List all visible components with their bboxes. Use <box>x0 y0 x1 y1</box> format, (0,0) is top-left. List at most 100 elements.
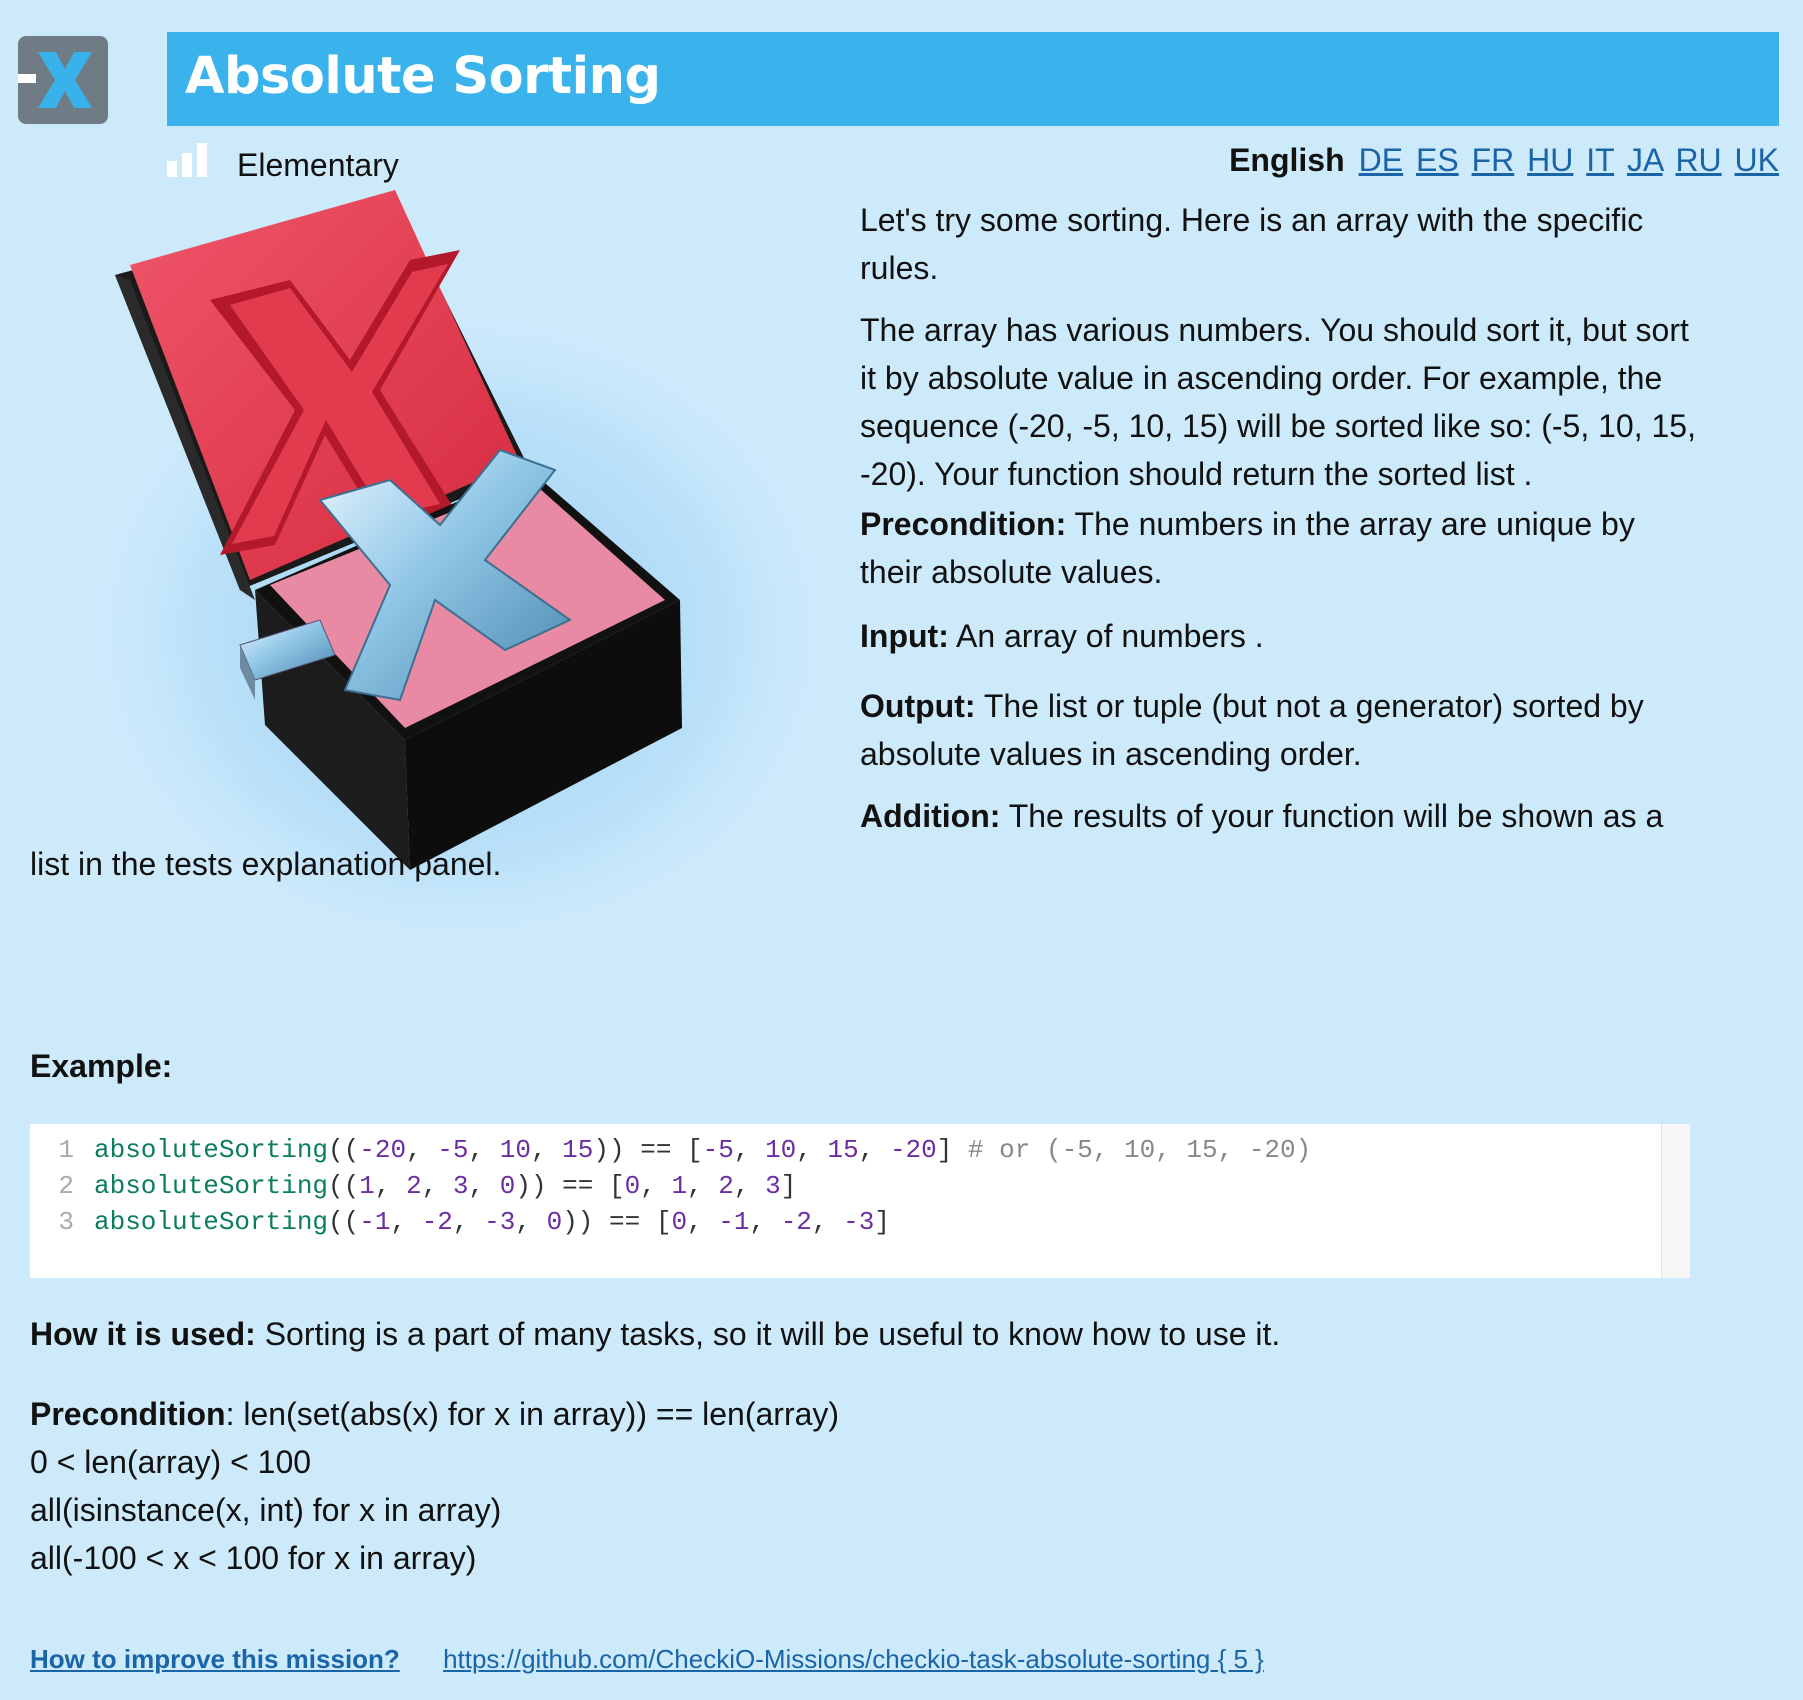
language-link-ru[interactable]: RU <box>1675 142 1721 178</box>
code-punctuation: , <box>406 1135 438 1165</box>
code-number: 10 <box>765 1135 797 1165</box>
code-function-name: absoluteSorting <box>94 1135 329 1165</box>
code-punctuation: , <box>452 1207 485 1237</box>
input-paragraph: Input: An array of numbers . <box>860 612 1700 660</box>
code-punctuation: , <box>733 1135 766 1165</box>
language-link-hu[interactable]: HU <box>1527 142 1573 178</box>
input-text: An array of numbers . <box>955 618 1264 654</box>
difficulty-bars-icon <box>167 143 207 177</box>
code-number: 1 <box>671 1171 688 1201</box>
code-bracket: (( <box>328 1135 360 1165</box>
code-comment: # or (-5, 10, 15, -20) <box>952 1135 1312 1165</box>
precondition-line: 0 < len(array) < 100 <box>30 1444 312 1480</box>
code-number: -3 <box>484 1207 516 1237</box>
language-link-de[interactable]: DE <box>1359 142 1403 178</box>
code-operator: == <box>593 1207 656 1237</box>
precondition-line: all(isinstance(x, int) for x in array) <box>30 1492 502 1528</box>
improve-mission-link[interactable]: How to improve this mission? <box>30 1644 400 1674</box>
code-scrollbar[interactable] <box>1661 1124 1690 1278</box>
checkio-logo-icon[interactable] <box>18 36 108 124</box>
language-link-ja[interactable]: JA <box>1627 142 1663 178</box>
addition-label: Addition: <box>860 798 1001 834</box>
code-punctuation: , <box>390 1207 422 1237</box>
code-number: 3 <box>765 1171 781 1201</box>
intro-paragraph: Let's try some sorting. Here is an array… <box>860 202 1644 286</box>
code-number: -5 <box>437 1135 469 1165</box>
usage-text: Sorting is a part of many tasks, so it w… <box>264 1316 1281 1352</box>
code-number: 0 <box>546 1207 563 1237</box>
precondition-label: Precondition: <box>860 506 1067 542</box>
code-bracket: )) <box>562 1207 594 1237</box>
precondition-paragraph: Precondition: The numbers in the array a… <box>860 500 1700 596</box>
code-bracket: ] <box>780 1171 797 1201</box>
code-bracket: [ <box>609 1171 625 1201</box>
title-bar: Absolute Sorting <box>167 32 1779 126</box>
precondition-line: Precondition: len(set(abs(x) for x in ar… <box>30 1390 1750 1438</box>
language-link-it[interactable]: IT <box>1586 142 1614 178</box>
language-selector: English DE ES FR HU IT JA RU UK <box>1229 142 1779 179</box>
description-line: it by absolute value in ascending order.… <box>860 360 1663 396</box>
code-punctuation: , <box>515 1207 547 1237</box>
code-punctuation: , <box>640 1171 672 1201</box>
code-number: 2 <box>406 1171 422 1201</box>
difficulty-label: Elementary <box>237 147 399 183</box>
code-example-block[interactable]: 1 absoluteSorting((-20, -5, 10, 15)) == [… <box>30 1124 1690 1278</box>
description-line: sequence (-20, -5, 10, 15) will be sorte… <box>860 408 1696 444</box>
precondition-details: Precondition: len(set(abs(x) for x in ar… <box>30 1390 1750 1582</box>
page-title: Absolute Sorting <box>185 47 661 106</box>
precondition-line: all(-100 < x < 100 for x in array) <box>30 1540 477 1576</box>
example-heading: Example: <box>30 1042 1750 1090</box>
code-punctuation: , <box>421 1171 453 1201</box>
code-punctuation: , <box>468 1135 500 1165</box>
code-number: -2 <box>780 1207 812 1237</box>
repository-link[interactable]: https://github.com/CheckiO-Missions/chec… <box>443 1644 1264 1674</box>
description-line: -20). Your function should return the so… <box>860 456 1533 492</box>
usage-label: How it is used: <box>30 1316 256 1352</box>
output-text: The list or tuple (but not a generator) … <box>860 688 1644 772</box>
code-number: -1 <box>718 1207 750 1237</box>
code-punctuation: , <box>468 1171 500 1201</box>
code-punctuation: , <box>749 1207 781 1237</box>
code-number: 1 <box>359 1171 375 1201</box>
code-bracket: (( <box>328 1171 360 1201</box>
description-paragraph: The array has various numbers. You shoul… <box>860 306 1700 498</box>
code-punctuation: , <box>858 1135 890 1165</box>
code-punctuation: , <box>687 1171 719 1201</box>
language-link-es[interactable]: ES <box>1416 142 1459 178</box>
code-number: -20 <box>359 1135 407 1165</box>
code-operator: == <box>624 1135 688 1165</box>
addition-paragraph: Addition: The results of your function w… <box>860 792 1700 840</box>
language-link-fr[interactable]: FR <box>1472 142 1515 178</box>
footer: How to improve this mission? https://git… <box>30 1644 1264 1675</box>
code-bracket: [ <box>655 1207 672 1237</box>
code-bracket: ] <box>936 1135 953 1165</box>
code-number: -1 <box>359 1207 391 1237</box>
checkio-x-boxes-illustration <box>80 190 840 930</box>
code-line-number: 1 <box>58 1135 74 1165</box>
example-label: Example: <box>30 1048 173 1084</box>
description-line: The array has various numbers. You shoul… <box>860 312 1689 348</box>
language-link-uk[interactable]: UK <box>1735 142 1779 178</box>
code-operator: == <box>546 1171 609 1201</box>
code-number: 15 <box>827 1135 859 1165</box>
code-number: -5 <box>702 1135 734 1165</box>
code-bracket: (( <box>328 1207 360 1237</box>
code-number: 15 <box>562 1135 594 1165</box>
code-punctuation: , <box>374 1171 407 1201</box>
code-bracket: ] <box>874 1207 890 1237</box>
addition-continuation: list in the tests explanation panel. <box>30 846 502 882</box>
current-language: English <box>1229 142 1345 178</box>
code-punctuation: , <box>733 1171 766 1201</box>
addition-text: The results of your function will be sho… <box>1008 798 1664 834</box>
code-line: 3 absoluteSorting((-1, -2, -3, 0)) == [0,… <box>30 1204 890 1240</box>
code-number: -2 <box>421 1207 453 1237</box>
code-punctuation: , <box>811 1207 844 1237</box>
code-punctuation: , <box>530 1135 563 1165</box>
output-paragraph: Output: The list or tuple (but not a gen… <box>860 682 1700 778</box>
code-number: 0 <box>671 1207 688 1237</box>
code-number: 2 <box>718 1171 734 1201</box>
code-number: 3 <box>452 1171 469 1201</box>
code-line: 2 absoluteSorting((1, 2, 3, 0)) == [0, 1,… <box>30 1168 796 1204</box>
code-number: 0 <box>624 1171 641 1201</box>
code-bracket: [ <box>687 1135 703 1165</box>
